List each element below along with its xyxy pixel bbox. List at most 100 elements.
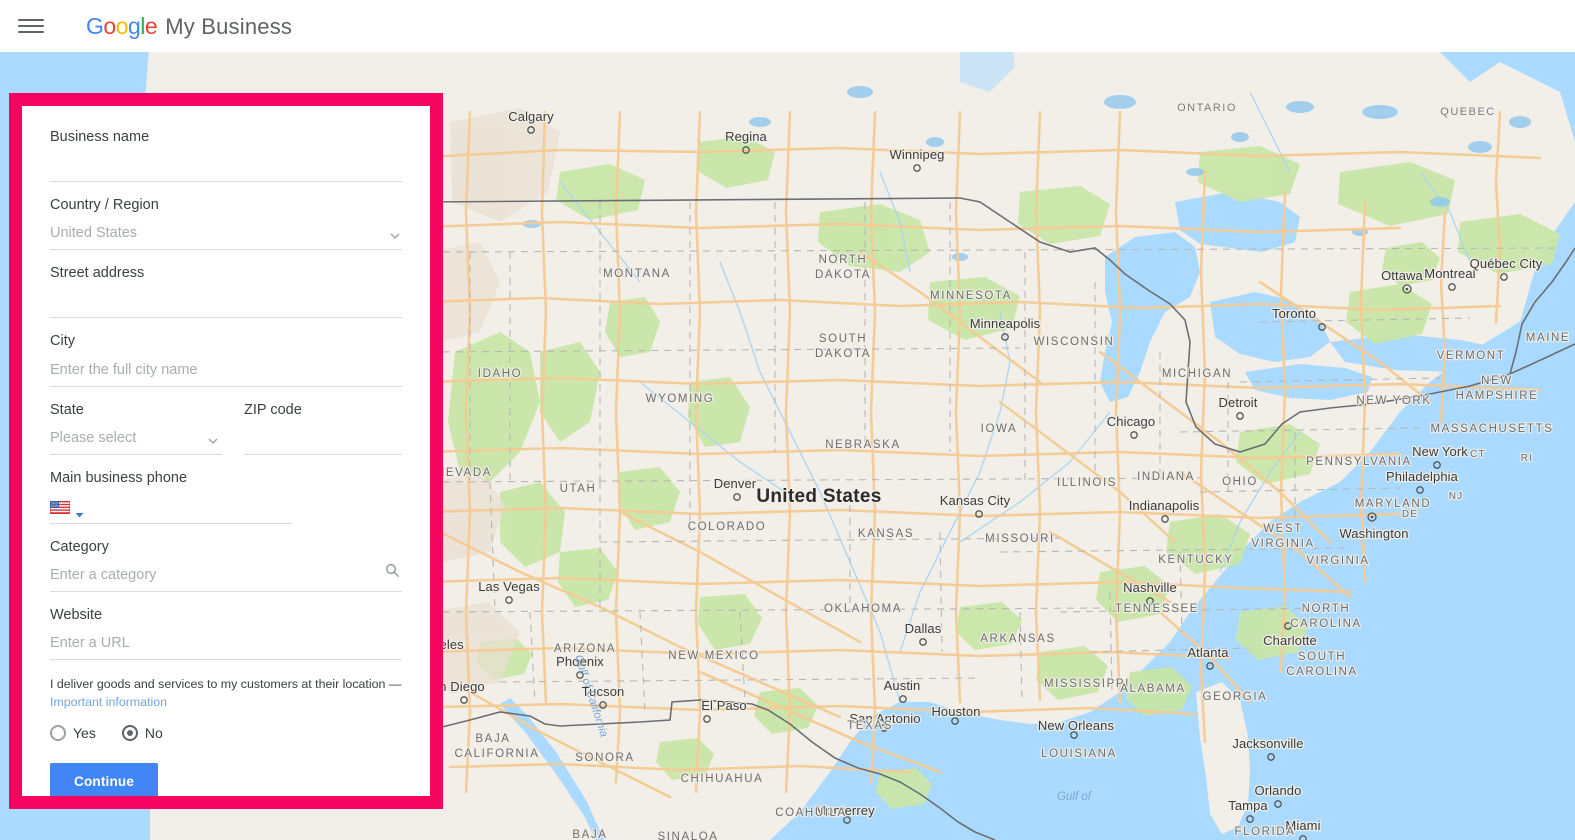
map-country-label: United States bbox=[756, 486, 881, 507]
svg-text:Nashville: Nashville bbox=[1123, 580, 1177, 595]
svg-text:NORTH: NORTH bbox=[819, 254, 868, 266]
business-name-input[interactable] bbox=[50, 153, 402, 183]
svg-text:Orlando: Orlando bbox=[1255, 783, 1302, 798]
hamburger-menu-icon[interactable] bbox=[18, 16, 44, 36]
svg-text:UTAH: UTAH bbox=[560, 483, 597, 495]
svg-text:Las Vegas: Las Vegas bbox=[478, 579, 540, 594]
svg-text:GEORGIA: GEORGIA bbox=[1203, 691, 1268, 703]
phone-number-input[interactable] bbox=[89, 499, 292, 516]
svg-text:Regina: Regina bbox=[725, 129, 767, 144]
svg-text:Minneapolis: Minneapolis bbox=[970, 316, 1041, 331]
svg-text:WEST: WEST bbox=[1263, 523, 1303, 535]
product-name: My Business bbox=[165, 13, 293, 39]
field-country-region: Country / Region United States bbox=[50, 182, 402, 251]
gulf-of-mexico-label: Gulf of bbox=[1057, 791, 1093, 803]
main-business-phone-label: Main business phone bbox=[50, 469, 188, 486]
svg-text:WISCONSIN: WISCONSIN bbox=[1034, 336, 1115, 348]
svg-text:MAINE: MAINE bbox=[1526, 332, 1570, 344]
brand-logo[interactable]: Google My Business bbox=[86, 13, 292, 40]
svg-text:Jacksonville: Jacksonville bbox=[1232, 736, 1303, 751]
radio-dot-yes[interactable] bbox=[50, 725, 66, 742]
svg-text:FLORIDA: FLORIDA bbox=[1234, 826, 1295, 838]
zip-code-label: ZIP code bbox=[244, 401, 302, 418]
important-information-link[interactable]: Important information bbox=[50, 694, 402, 712]
svg-text:Charlotte: Charlotte bbox=[1263, 633, 1317, 648]
svg-text:KENTUCKY: KENTUCKY bbox=[1158, 554, 1233, 566]
svg-text:COAHUILA: COAHUILA bbox=[775, 807, 847, 819]
svg-text:NORTH: NORTH bbox=[1302, 603, 1351, 615]
svg-text:n Diego: n Diego bbox=[439, 679, 485, 694]
category-label: Category bbox=[50, 538, 109, 555]
svg-text:MASSACHUSETTS: MASSACHUSETTS bbox=[1430, 423, 1553, 435]
radio-label-no: No bbox=[144, 725, 163, 742]
street-address-input[interactable] bbox=[50, 289, 402, 319]
svg-text:RI: RI bbox=[1521, 453, 1533, 464]
svg-text:Houston: Houston bbox=[931, 704, 980, 719]
svg-text:NEBRASKA: NEBRASKA bbox=[825, 439, 900, 451]
field-website: Website bbox=[50, 592, 402, 660]
radio-option-yes[interactable]: Yes bbox=[50, 725, 96, 742]
svg-text:Calgary: Calgary bbox=[508, 109, 554, 124]
svg-text:NJ: NJ bbox=[1449, 491, 1464, 502]
svg-text:MICHIGAN: MICHIGAN bbox=[1162, 368, 1232, 380]
svg-text:LOUISIANA: LOUISIANA bbox=[1041, 748, 1117, 760]
svg-text:NEW: NEW bbox=[1481, 375, 1513, 387]
field-category: Category bbox=[50, 524, 402, 592]
svg-text:CT: CT bbox=[1470, 449, 1486, 460]
svg-text:SOUTH: SOUTH bbox=[1298, 651, 1346, 663]
delivery-question-text: I deliver goods and services to my custo… bbox=[50, 677, 402, 691]
business-name-label: Business name bbox=[50, 129, 150, 145]
svg-text:SOUTH: SOUTH bbox=[819, 333, 867, 345]
phone-input-row[interactable] bbox=[50, 494, 292, 524]
svg-text:Washington: Washington bbox=[1339, 526, 1408, 541]
svg-text:MARYLAND: MARYLAND bbox=[1355, 498, 1432, 510]
svg-text:QUEBEC: QUEBEC bbox=[1440, 106, 1495, 118]
category-input[interactable] bbox=[50, 562, 402, 592]
highlight-border: Business name Country / Region United St… bbox=[9, 93, 443, 809]
svg-text:Detroit: Detroit bbox=[1219, 395, 1258, 410]
svg-text:ARKANSAS: ARKANSAS bbox=[980, 633, 1055, 645]
svg-text:Québec City: Québec City bbox=[1470, 256, 1543, 271]
svg-text:Atlanta: Atlanta bbox=[1187, 645, 1229, 660]
app-header: Google My Business bbox=[0, 0, 1575, 52]
field-state-zip-row: State Please select ZIP code bbox=[50, 387, 402, 455]
svg-text:CHIHUAHUA: CHIHUAHUA bbox=[681, 773, 764, 785]
svg-text:SINALOA: SINALOA bbox=[657, 831, 718, 840]
radio-dot-no[interactable] bbox=[121, 725, 138, 742]
street-address-label: Street address bbox=[50, 265, 145, 282]
svg-text:KANSAS: KANSAS bbox=[858, 528, 914, 540]
country-region-select[interactable]: United States bbox=[50, 221, 402, 251]
svg-text:HAMPSHIRE: HAMPSHIRE bbox=[1456, 390, 1539, 402]
website-input[interactable] bbox=[50, 631, 402, 660]
svg-text:Dallas: Dallas bbox=[905, 621, 942, 636]
svg-text:New York: New York bbox=[1412, 444, 1468, 459]
continue-button[interactable]: Continue bbox=[50, 763, 159, 796]
dropdown-caret-icon[interactable] bbox=[75, 505, 84, 518]
svg-text:NEW YORK: NEW YORK bbox=[1356, 395, 1431, 407]
svg-text:Ottawa: Ottawa bbox=[1381, 268, 1423, 283]
us-flag-icon[interactable] bbox=[50, 501, 70, 515]
svg-text:Denver: Denver bbox=[714, 476, 757, 491]
svg-text:BAJA: BAJA bbox=[475, 733, 510, 745]
svg-text:SONORA: SONORA bbox=[575, 752, 634, 764]
svg-text:Kansas City: Kansas City bbox=[940, 493, 1011, 508]
svg-text:DAKOTA: DAKOTA bbox=[815, 269, 871, 281]
svg-text:WYOMING: WYOMING bbox=[646, 393, 715, 405]
svg-text:ARIZONA: ARIZONA bbox=[554, 643, 616, 655]
svg-text:VIRGINIA: VIRGINIA bbox=[1306, 555, 1369, 567]
radio-option-no[interactable]: No bbox=[121, 725, 163, 742]
city-input[interactable] bbox=[50, 357, 402, 387]
svg-text:Austin: Austin bbox=[884, 678, 921, 693]
svg-text:Montreal: Montreal bbox=[1424, 266, 1475, 281]
city-label: City bbox=[50, 333, 75, 350]
svg-text:MONTANA: MONTANA bbox=[603, 268, 671, 280]
state-label: State bbox=[50, 401, 84, 418]
svg-text:El Paso: El Paso bbox=[701, 698, 747, 713]
zip-code-input[interactable] bbox=[244, 425, 402, 455]
svg-text:MISSISSIPPI: MISSISSIPPI bbox=[1044, 678, 1130, 690]
svg-text:INDIANA: INDIANA bbox=[1137, 471, 1195, 483]
country-region-label: Country / Region bbox=[50, 197, 159, 214]
svg-text:BAJA: BAJA bbox=[572, 829, 607, 840]
svg-text:COLORADO: COLORADO bbox=[688, 521, 767, 533]
state-select[interactable]: Please select bbox=[50, 425, 222, 455]
